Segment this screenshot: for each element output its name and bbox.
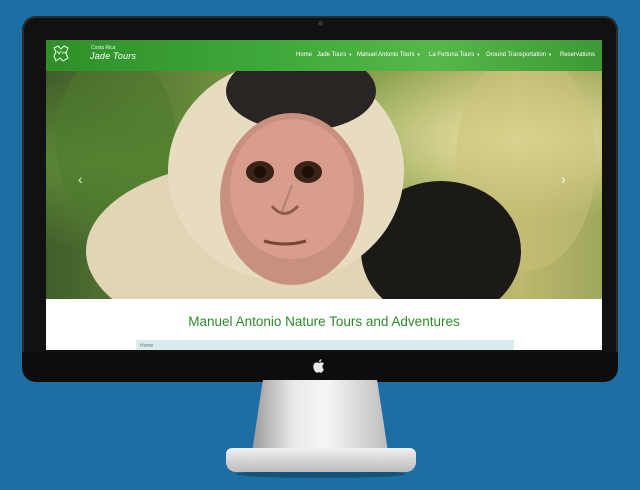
nav-reservations[interactable]: Reservations xyxy=(560,52,595,58)
nav-ground-transportation[interactable]: Ground Transportation ▼ xyxy=(486,52,552,58)
nav-home[interactable]: Home xyxy=(296,52,312,58)
monitor-stand-neck xyxy=(252,380,388,452)
chevron-down-icon: ▼ xyxy=(416,52,421,57)
chevron-down-icon: ▼ xyxy=(348,52,353,57)
monitor-stand-base xyxy=(226,448,416,472)
nav-label: Home xyxy=(296,52,313,58)
carousel-next-arrow-icon[interactable]: › xyxy=(561,171,566,187)
chevron-down-icon: ▼ xyxy=(476,52,481,57)
nav-la-fortuna-tours[interactable]: La Fortuna Tours ▼ xyxy=(429,52,480,58)
chevron-down-icon: ▼ xyxy=(548,52,553,57)
website-screen: Costa Rica Jade Tours Home Jade Tours ▼ M… xyxy=(46,40,602,350)
breadcrumb: Home xyxy=(136,340,514,350)
nav-label: Reservations xyxy=(560,52,596,58)
content-area: Manuel Antonio Nature Tours and Adventur… xyxy=(46,299,602,350)
nav-manuel-antonio-tours[interactable]: Manuel Antonio Tours ▼ xyxy=(357,52,421,58)
nav-jade-tours[interactable]: Jade Tours ▼ xyxy=(317,52,352,58)
nav-label: Manuel Antonio Tours xyxy=(357,52,415,58)
breadcrumb-home-link[interactable]: Home xyxy=(140,343,153,349)
capuchin-monkey-image xyxy=(56,71,596,299)
nav-label: Jade Tours xyxy=(317,52,347,58)
page-title: Manuel Antonio Nature Tours and Adventur… xyxy=(188,314,460,329)
jade-tours-logo-icon[interactable] xyxy=(52,44,72,64)
apple-logo-icon xyxy=(313,359,324,373)
hero-carousel: ‹ › xyxy=(46,71,602,299)
nav-label: Ground Transportation xyxy=(486,52,547,58)
logo-name[interactable]: Jade Tours xyxy=(90,51,136,61)
nav-label: La Fortuna Tours xyxy=(429,52,475,58)
carousel-prev-arrow-icon[interactable]: ‹ xyxy=(78,171,83,187)
camera-dot xyxy=(318,21,323,26)
top-navbar: Costa Rica Jade Tours Home Jade Tours ▼ M… xyxy=(46,40,602,71)
